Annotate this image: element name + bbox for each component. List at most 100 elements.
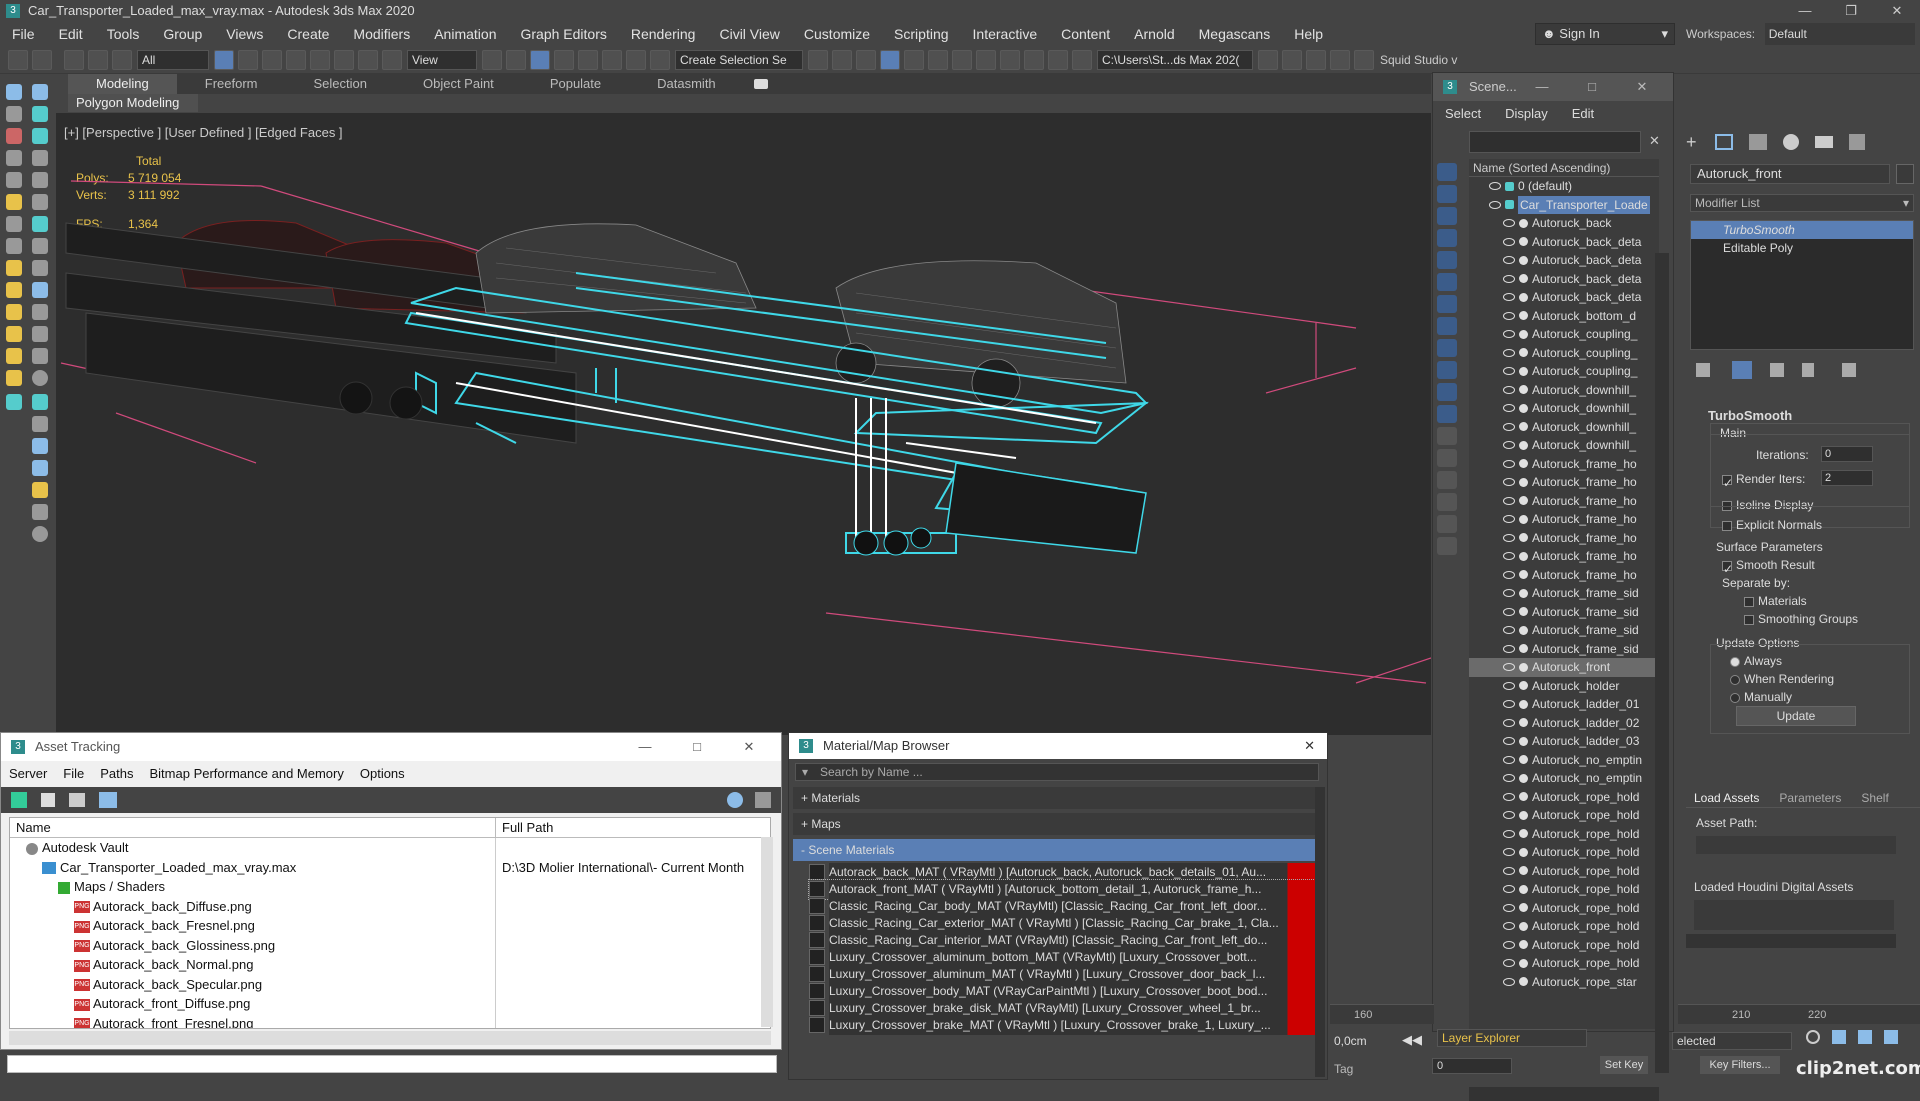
material-row[interactable]: Luxury_Crossover_brake_MAT ( VRayMtl ) […: [809, 1016, 1317, 1035]
search-menu-icon[interactable]: ▾: [802, 764, 808, 780]
workspace-selector[interactable]: Workspaces: Default: [1682, 23, 1920, 45]
zoom-extents-icon[interactable]: [1884, 1030, 1898, 1044]
visibility-eye-icon[interactable]: [1503, 515, 1515, 524]
systems-icon[interactable]: [6, 238, 22, 254]
scene-tree-item[interactable]: Autoruck_ladder_03: [1469, 732, 1659, 751]
scene-horizontal-scrollbar[interactable]: [1469, 1087, 1659, 1101]
menu-tools[interactable]: Tools: [95, 22, 152, 46]
save-folder-button[interactable]: [1282, 49, 1302, 70]
undo-button[interactable]: [8, 49, 28, 70]
cone-icon[interactable]: [32, 304, 48, 320]
teapot-icon[interactable]: [32, 326, 48, 342]
visibility-eye-icon[interactable]: [1503, 256, 1515, 265]
set-key-button[interactable]: Set Key: [1600, 1056, 1648, 1074]
scene-tree-item[interactable]: Autoruck_rope_hold: [1469, 806, 1659, 825]
open-folder-button[interactable]: [1258, 49, 1278, 70]
visibility-eye-icon[interactable]: [1503, 237, 1515, 246]
none-filter-icon[interactable]: [1437, 471, 1457, 489]
asset-menu-bitmap[interactable]: Bitmap Performance and Memory: [142, 761, 352, 787]
update-button[interactable]: Update: [1736, 706, 1856, 726]
visibility-eye-icon[interactable]: [1489, 200, 1501, 209]
sign-in-dropdown[interactable]: ☻ Sign In ▾: [1535, 23, 1675, 45]
modifier-list-dropdown[interactable]: Modifier List ▾: [1690, 194, 1914, 212]
frame-field[interactable]: 0: [1432, 1058, 1512, 1074]
squid-studio-icon[interactable]: [1354, 49, 1374, 70]
scene-tree-item[interactable]: Autoruck_rope_hold: [1469, 788, 1659, 807]
asset-row[interactable]: PNG Autorack_front_Fresnel.png: [10, 1013, 770, 1028]
when-rendering-row[interactable]: When Rendering: [1730, 672, 1834, 686]
light-icon[interactable]: [6, 194, 22, 210]
create-tab-icon[interactable]: +: [1686, 132, 1697, 153]
smooth-result-row[interactable]: ✓ Smooth Result: [1722, 558, 1815, 576]
geometry-filter-icon[interactable]: [1437, 185, 1457, 203]
vault-help-icon[interactable]: [727, 792, 743, 808]
timeline-ruler-right[interactable]: 210 220: [1678, 1004, 1920, 1024]
scene-tree-item[interactable]: Autoruck_downhill_: [1469, 436, 1659, 455]
scene-tree-item[interactable]: Autoruck_front: [1469, 658, 1659, 677]
grid-icon[interactable]: [32, 416, 48, 432]
help-icon[interactable]: [32, 526, 48, 542]
menu-group[interactable]: Group: [151, 22, 214, 46]
scene-tree-item[interactable]: Autoruck_frame_ho: [1469, 510, 1659, 529]
houdini-tab-load-assets[interactable]: Load Assets: [1686, 791, 1767, 805]
scene-tree-item[interactable]: Autoruck_back: [1469, 214, 1659, 233]
ribbon-panel-polygon-modeling[interactable]: Polygon Modeling: [68, 94, 198, 112]
zoom-all-icon[interactable]: [1832, 1030, 1846, 1044]
material-vscroll[interactable]: [1315, 787, 1325, 1077]
scene-tree-item[interactable]: Autoruck_back_deta: [1469, 270, 1659, 289]
configure-sets-icon[interactable]: [1842, 363, 1856, 377]
redo-button[interactable]: [32, 49, 52, 70]
visibility-eye-icon[interactable]: [1503, 829, 1515, 838]
menu-civil-view[interactable]: Civil View: [707, 22, 791, 46]
scene-tree-item[interactable]: Autoruck_rope_hold: [1469, 917, 1659, 936]
smooth-result-checkbox[interactable]: ✓: [1722, 560, 1733, 576]
selection-set-dropdown[interactable]: elected: [1672, 1032, 1792, 1050]
toggle-layer-explorer-button[interactable]: [880, 49, 900, 70]
scene-tree-item[interactable]: Autoruck_rope_star: [1469, 973, 1659, 992]
asset-row[interactable]: PNG Autorack_back_Normal.png: [10, 955, 770, 975]
bones-filter-icon[interactable]: [1437, 361, 1457, 379]
asset-row[interactable]: PNG Autorack_back_Diffuse.png: [10, 896, 770, 916]
houdini-hscroll[interactable]: [1686, 934, 1896, 948]
scene-explorer-maximize[interactable]: □: [1567, 73, 1617, 101]
move-button[interactable]: [310, 49, 330, 70]
scene-tree-item[interactable]: Autoruck_downhill_: [1469, 381, 1659, 400]
schematic-view-button[interactable]: [952, 49, 972, 70]
curve-editor-button[interactable]: [928, 49, 948, 70]
lasso-icon[interactable]: [32, 84, 48, 100]
visibility-eye-icon[interactable]: [1503, 903, 1515, 912]
scene-tree-item[interactable]: Autoruck_rope_hold: [1469, 825, 1659, 844]
unlink-button[interactable]: [88, 49, 108, 70]
visibility-eye-icon[interactable]: [1503, 589, 1515, 598]
visibility-eye-icon[interactable]: [1503, 885, 1515, 894]
asset-row[interactable]: PNG Autorack_back_Glossiness.png: [10, 935, 770, 955]
layer-explorer-dropdown[interactable]: Layer Explorer: [1437, 1029, 1587, 1047]
asset-hscroll[interactable]: [9, 1031, 771, 1045]
scene-menu-edit[interactable]: Edit: [1560, 101, 1606, 127]
asset-grid[interactable]: Name Full Path Autodesk Vault Car_Transpo…: [9, 817, 771, 1029]
stack-item-editable-poly[interactable]: Editable Poly: [1691, 239, 1913, 257]
visibility-eye-icon[interactable]: [1503, 626, 1515, 635]
menu-megascans[interactable]: Megascans: [1187, 22, 1283, 46]
scene-tree-item[interactable]: Autoruck_bottom_d: [1469, 307, 1659, 326]
scene-tree-item[interactable]: Autoruck_back_deta: [1469, 251, 1659, 270]
asset-menu-options[interactable]: Options: [352, 761, 413, 787]
visibility-eye-icon[interactable]: [1503, 681, 1515, 690]
visibility-eye-icon[interactable]: [1503, 977, 1515, 986]
visibility-eye-icon[interactable]: [1503, 311, 1515, 320]
remove-modifier-icon[interactable]: [1802, 363, 1814, 377]
ribbon-toggle-button[interactable]: [904, 49, 924, 70]
graphite-icon[interactable]: [6, 128, 22, 144]
menu-customize[interactable]: Customize: [792, 22, 882, 46]
scene-explorer-close[interactable]: ✕: [1617, 73, 1667, 101]
utilities-tab-icon[interactable]: [1848, 134, 1865, 150]
scene-tree-item[interactable]: Autoruck_rope_hold: [1469, 843, 1659, 862]
box-icon[interactable]: [32, 282, 48, 298]
rect-selection-button[interactable]: [262, 49, 282, 70]
curve-icon[interactable]: [6, 394, 22, 410]
scene-tree-item[interactable]: 0 (default): [1469, 177, 1659, 196]
materials-row[interactable]: Materials: [1744, 594, 1807, 608]
visibility-eye-icon[interactable]: [1503, 718, 1515, 727]
visibility-eye-icon[interactable]: [1503, 330, 1515, 339]
scene-menu-display[interactable]: Display: [1493, 101, 1560, 127]
